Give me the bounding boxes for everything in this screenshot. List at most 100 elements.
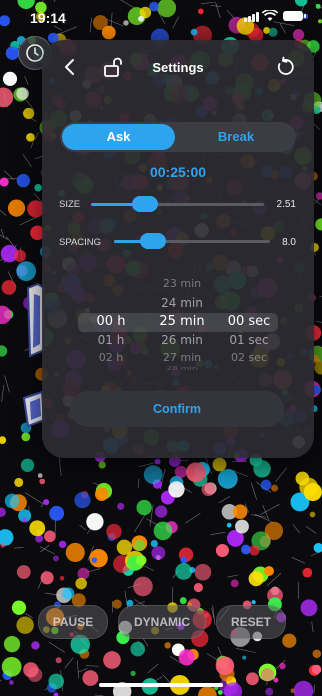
particle-dot	[164, 642, 171, 649]
home-indicator	[99, 683, 223, 687]
particle-dot	[48, 673, 64, 690]
particle-line	[185, 512, 201, 524]
spacing-slider[interactable]	[114, 240, 270, 243]
particle-line	[305, 526, 317, 534]
tab-ask[interactable]: Ask	[62, 124, 175, 150]
minutes-option[interactable]: 24 min	[146, 296, 218, 310]
particle-dot	[312, 649, 322, 658]
seconds-wheel[interactable]: 00 sec 01 sec 02 sec	[218, 272, 280, 372]
particle-line	[137, 478, 140, 488]
minutes-option[interactable]: 28 min	[146, 366, 218, 372]
cellular-signal-icon	[244, 11, 260, 22]
reset-arrow-icon[interactable]	[274, 56, 296, 78]
confirm-button[interactable]: Confirm	[70, 391, 284, 427]
particle-dot	[95, 487, 109, 501]
particle-dot	[260, 479, 272, 491]
seconds-option[interactable]: 00 sec	[218, 314, 280, 329]
particle-dot	[53, 692, 59, 696]
minutes-option[interactable]: 27 min	[146, 351, 218, 364]
particle-dot	[193, 582, 203, 593]
particle-dot	[14, 249, 27, 262]
particle-dot	[0, 87, 14, 108]
particle-dot	[279, 662, 286, 670]
particle-dot	[130, 670, 136, 677]
particle-line	[147, 663, 159, 674]
particle-dot	[98, 461, 106, 469]
seconds-option[interactable]: 02 sec	[218, 351, 280, 364]
battery-icon	[283, 11, 306, 21]
dynamic-button[interactable]: DYNAMIC	[118, 605, 206, 639]
particle-dot	[300, 599, 318, 617]
spacing-slider-thumb[interactable]	[140, 233, 166, 249]
particle-dot	[23, 107, 35, 120]
particle-line	[0, 234, 9, 240]
particle-dot	[311, 664, 322, 675]
size-slider[interactable]	[91, 203, 264, 206]
particle-dot	[55, 657, 62, 664]
pause-button[interactable]: PAUSE	[38, 605, 108, 639]
particle-dot	[215, 656, 235, 676]
particle-dot	[136, 499, 152, 516]
particle-dot	[248, 571, 264, 587]
particle-dot	[26, 132, 35, 142]
hours-option[interactable]: 00 h	[82, 314, 140, 329]
particle-dot	[260, 668, 275, 682]
particle-line	[85, 665, 99, 667]
particle-dot	[230, 579, 239, 588]
particle-dot	[29, 520, 46, 537]
particle-dot	[179, 597, 187, 605]
seconds-option[interactable]: 01 sec	[218, 333, 280, 347]
particle-dot	[0, 436, 7, 444]
particle-line	[315, 321, 322, 323]
reset-button[interactable]: RESET	[216, 605, 286, 639]
particle-dot	[37, 473, 43, 478]
particle-line	[262, 504, 270, 521]
size-slider-thumb[interactable]	[131, 196, 158, 212]
particle-dot	[44, 530, 56, 543]
tab-break[interactable]: Break	[178, 124, 294, 150]
particle-line	[58, 457, 62, 476]
particle-dot	[313, 542, 322, 553]
particle-dot	[271, 484, 279, 492]
particle-dot	[264, 521, 284, 541]
minutes-option[interactable]: 23 min	[146, 277, 218, 290]
particle-dot	[11, 600, 27, 615]
particle-dot	[16, 565, 31, 579]
particle-dot	[3, 636, 21, 653]
particle-dot	[178, 649, 195, 666]
particle-line	[79, 524, 87, 531]
particle-line	[24, 76, 29, 85]
particle-dot	[49, 505, 65, 521]
particle-dot	[251, 600, 256, 605]
hours-wheel[interactable]: 00 h 01 h 02 h	[82, 272, 140, 372]
particle-line	[291, 557, 306, 564]
particle-dot	[309, 511, 316, 518]
particle-line	[4, 375, 10, 393]
particle-dot	[43, 499, 50, 506]
particle-dot	[74, 492, 91, 509]
particle-dot	[186, 462, 206, 483]
particle-dot	[34, 183, 42, 192]
status-bar: 19:14	[0, 0, 322, 36]
particle-dot	[58, 540, 67, 549]
size-value: 2.51	[276, 199, 296, 210]
timer-display: 00:25:00	[149, 164, 207, 180]
particle-dot	[117, 502, 125, 510]
minutes-option[interactable]: 25 min	[146, 314, 218, 329]
duration-picker[interactable]: 00 h01 h02 h 22 min23 min24 min25 min26 …	[76, 272, 280, 372]
hours-option[interactable]: 02 h	[82, 351, 140, 364]
particle-dot	[7, 199, 26, 217]
status-time: 19:14	[30, 10, 66, 26]
spacing-label: SPACING	[59, 237, 102, 248]
particle-dot	[16, 261, 37, 281]
minutes-wheel[interactable]: 22 min23 min24 min25 min26 min27 min28 m…	[146, 272, 218, 372]
particle-dot	[135, 555, 147, 566]
particle-dot	[174, 465, 188, 478]
particle-dot	[315, 192, 322, 200]
hours-option[interactable]: 01 h	[82, 333, 140, 347]
particle-line	[77, 660, 79, 679]
settings-panel: Settings Ask Break 00:25:00 SIZE 2.51 SP…	[42, 40, 314, 458]
particle-dot	[116, 539, 133, 555]
particle-dot	[150, 539, 158, 548]
minutes-option[interactable]: 26 min	[146, 333, 218, 347]
